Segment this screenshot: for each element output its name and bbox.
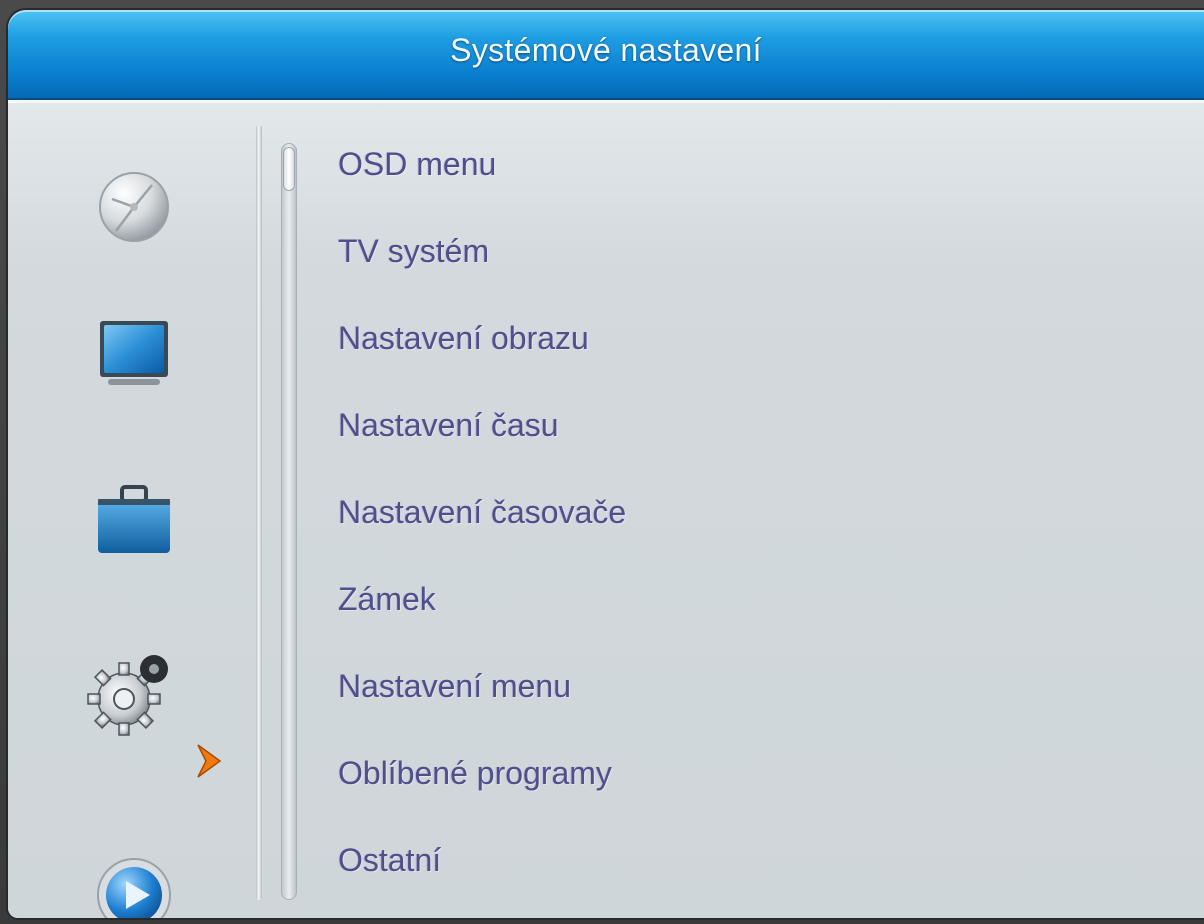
menu-item-lock[interactable]: Zámek (338, 583, 1204, 670)
menu-item-label: Nastavení časovače (338, 494, 627, 530)
category-rail (8, 103, 258, 918)
screen: Systémové nastavení OSD menu TV systém N… (0, 0, 1204, 924)
menu-item-label: Nastavení menu (338, 668, 572, 704)
window-title: Systémové nastavení (450, 32, 762, 68)
system-settings-window: Systémové nastavení OSD menu TV systém N… (8, 10, 1204, 918)
menu-item-time-settings[interactable]: Nastavení času (338, 409, 1204, 496)
menu-item-timer-settings[interactable]: Nastavení časovače (338, 496, 1204, 583)
menu-scrollbar-thumb[interactable] (283, 147, 295, 191)
menu-item-label: TV systém (338, 233, 490, 269)
tv-monitor-icon[interactable] (94, 313, 174, 393)
settings-gear-icon[interactable] (80, 643, 200, 736)
menu-item-picture-settings[interactable]: Nastavení obrazu (338, 322, 1204, 409)
menu-item-label: Nastavení obrazu (338, 320, 589, 356)
chevron-right-icon (194, 741, 228, 786)
content-panel: OSD menu TV systém Nastavení obrazu Nast… (8, 100, 1204, 918)
menu-item-favorite-programs[interactable]: Oblíbené programy (338, 757, 1204, 844)
menu-item-osd-menu[interactable]: OSD menu (338, 148, 1204, 235)
media-play-icon[interactable] (94, 855, 174, 918)
toolbox-icon[interactable] (94, 481, 174, 561)
rail-divider (256, 125, 262, 900)
menu-item-label: Oblíbené programy (338, 755, 612, 791)
menu-item-other[interactable]: Ostatní (338, 844, 1204, 918)
menu-item-label: Ostatní (338, 842, 442, 878)
menu-item-label: Zámek (338, 581, 436, 617)
settings-menu: OSD menu TV systém Nastavení obrazu Nast… (338, 148, 1204, 918)
satellite-dish-icon[interactable] (94, 165, 174, 245)
menu-item-label: OSD menu (338, 146, 497, 182)
menu-item-label: Nastavení času (338, 407, 559, 443)
menu-scrollbar[interactable] (281, 143, 297, 900)
title-bar: Systémové nastavení (8, 10, 1204, 100)
menu-item-tv-system[interactable]: TV systém (338, 235, 1204, 322)
menu-item-menu-settings[interactable]: Nastavení menu (338, 670, 1204, 757)
